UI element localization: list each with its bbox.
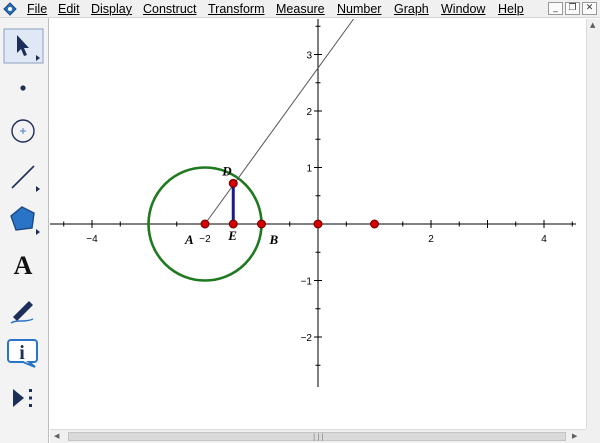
point-b [257, 219, 266, 229]
menu-display[interactable]: Display [91, 1, 132, 17]
menu-file[interactable]: File [27, 1, 47, 17]
menu-transform[interactable]: Transform [208, 1, 265, 17]
point-d [228, 178, 238, 188]
arrow-icon [3, 28, 44, 64]
minimize-icon[interactable]: _ [548, 2, 563, 15]
menu-edit[interactable]: Edit [58, 1, 80, 17]
y-tick-label: 3 [306, 51, 312, 62]
polygon-tool[interactable] [3, 201, 44, 237]
menu-help[interactable]: Help [498, 1, 524, 17]
point-tool[interactable] [3, 70, 44, 106]
compass-icon [11, 119, 35, 143]
scroll-up-icon[interactable]: ▲ [590, 21, 595, 29]
scroll-corner [586, 429, 600, 443]
point-unit [370, 219, 379, 229]
coordinate-graph[interactable]: −4 −2 2 4 3 2 1 −1 −2 A B D E [50, 18, 586, 429]
y-tick-label: 2 [306, 107, 312, 118]
arrow-select-tool[interactable] [3, 28, 44, 64]
x-tick-label: 2 [428, 234, 434, 245]
menu-bar: File Edit Display Construct Transform Me… [0, 0, 600, 18]
x-tick-label: 4 [541, 234, 547, 245]
y-tick-label: −2 [301, 333, 313, 344]
restore-icon[interactable]: ❐ [565, 2, 580, 15]
label-d: D [221, 163, 232, 178]
menu-graph[interactable]: Graph [394, 1, 429, 17]
line-segment-icon [11, 165, 40, 192]
horizontal-scroll-thumb[interactable]: ||| [68, 432, 566, 441]
y-tick-label: −1 [301, 277, 313, 288]
point-a [200, 219, 210, 229]
x-tick-label: −2 [199, 234, 211, 245]
label-b: B [269, 232, 279, 247]
label-e: E [227, 228, 237, 243]
text-a-icon: A [14, 251, 33, 280]
point-e [228, 219, 238, 229]
menu-construct[interactable]: Construct [143, 1, 197, 17]
scroll-left-icon[interactable]: ◀ [54, 432, 59, 440]
polygon-icon [10, 206, 40, 235]
sketch-canvas[interactable]: −4 −2 2 4 3 2 1 −1 −2 A B D E [50, 18, 586, 429]
text-tool[interactable]: A [3, 246, 44, 282]
custom-tool-icon [13, 389, 32, 407]
menu-number[interactable]: Number [337, 1, 381, 17]
close-icon[interactable]: ✕ [582, 2, 597, 15]
ray-ad [204, 18, 354, 225]
vertical-scrollbar[interactable]: ▲ [586, 19, 600, 429]
menu-measure[interactable]: Measure [276, 1, 325, 17]
straightedge-tool[interactable] [3, 158, 44, 194]
compass-tool[interactable] [3, 113, 44, 149]
label-a: A [184, 232, 194, 247]
point-origin [313, 219, 323, 229]
toolbox: A i [0, 18, 49, 443]
scroll-right-icon[interactable]: ▶ [572, 432, 577, 440]
scroll-grip-icon: ||| [312, 433, 325, 441]
info-icon: i [7, 339, 38, 368]
marker-pen-icon [10, 301, 34, 324]
marker-tool[interactable] [3, 290, 44, 326]
y-tick-label: 1 [306, 164, 312, 175]
information-tool[interactable]: i [3, 334, 44, 370]
svg-text:i: i [19, 342, 25, 364]
menu-window[interactable]: Window [441, 1, 485, 17]
custom-tool[interactable] [3, 380, 44, 416]
app-icon[interactable] [3, 2, 17, 16]
x-tick-label: −4 [86, 234, 98, 245]
svg-text:A: A [14, 251, 33, 280]
horizontal-scrollbar[interactable]: ◀ ||| ▶ [50, 429, 586, 443]
point-icon [20, 85, 26, 91]
